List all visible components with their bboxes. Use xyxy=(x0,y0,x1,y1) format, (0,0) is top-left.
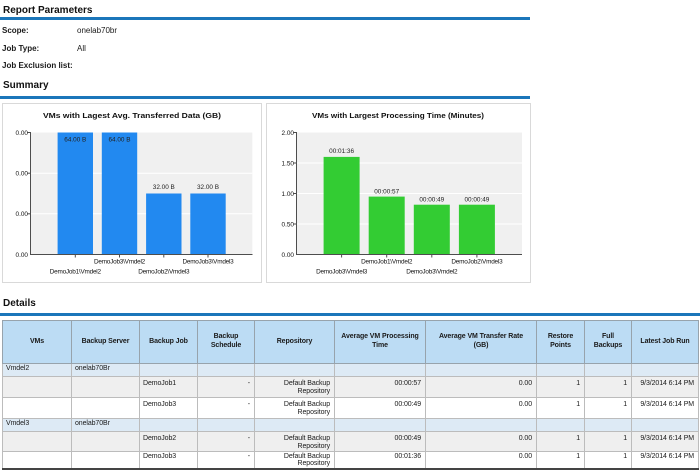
svg-text:32.00 B: 32.00 B xyxy=(153,184,175,191)
svg-text:DemoJob2\Vmdel3: DemoJob2\Vmdel3 xyxy=(138,269,190,276)
svg-text:0.50: 0.50 xyxy=(282,221,295,228)
svg-text:DemoJob3\Vmdel2: DemoJob3\Vmdel2 xyxy=(406,269,458,276)
svg-text:00:00:49: 00:00:49 xyxy=(464,197,489,204)
svg-text:VMs with Largest Processing Ti: VMs with Largest Processing Time (Minute… xyxy=(312,111,485,120)
svg-text:00:00:49: 00:00:49 xyxy=(419,197,444,204)
svg-text:DemoJob3\Vmdel2: DemoJob3\Vmdel2 xyxy=(94,259,146,266)
svg-text:0.00: 0.00 xyxy=(282,252,295,259)
svg-text:0.00: 0.00 xyxy=(16,130,29,137)
svg-text:DemoJob1\Vmdel2: DemoJob1\Vmdel2 xyxy=(361,259,413,266)
svg-text:64.00 B: 64.00 B xyxy=(64,137,86,144)
svg-text:DemoJob3\Vmdel3: DemoJob3\Vmdel3 xyxy=(182,259,234,266)
svg-text:0.00: 0.00 xyxy=(16,171,29,178)
svg-text:00:00:57: 00:00:57 xyxy=(374,189,399,196)
svg-text:VMs with Lagest Avg. Transferr: VMs with Lagest Avg. Transferred Data (G… xyxy=(43,111,222,120)
svg-text:2.00: 2.00 xyxy=(282,130,295,137)
svg-text:1.00: 1.00 xyxy=(282,191,295,198)
svg-text:64.00 B: 64.00 B xyxy=(108,137,130,144)
svg-text:DemoJob1\Vmdel2: DemoJob1\Vmdel2 xyxy=(50,269,102,276)
svg-text:0.00: 0.00 xyxy=(16,211,29,218)
svg-text:DemoJob3\Vmdel3: DemoJob3\Vmdel3 xyxy=(316,269,368,276)
svg-text:DemoJob2\Vmdel3: DemoJob2\Vmdel3 xyxy=(451,259,503,266)
svg-text:00:01:36: 00:01:36 xyxy=(329,148,354,155)
svg-text:1.50: 1.50 xyxy=(282,160,295,167)
svg-text:32.00 B: 32.00 B xyxy=(197,184,219,191)
svg-text:0.00: 0.00 xyxy=(16,252,29,259)
